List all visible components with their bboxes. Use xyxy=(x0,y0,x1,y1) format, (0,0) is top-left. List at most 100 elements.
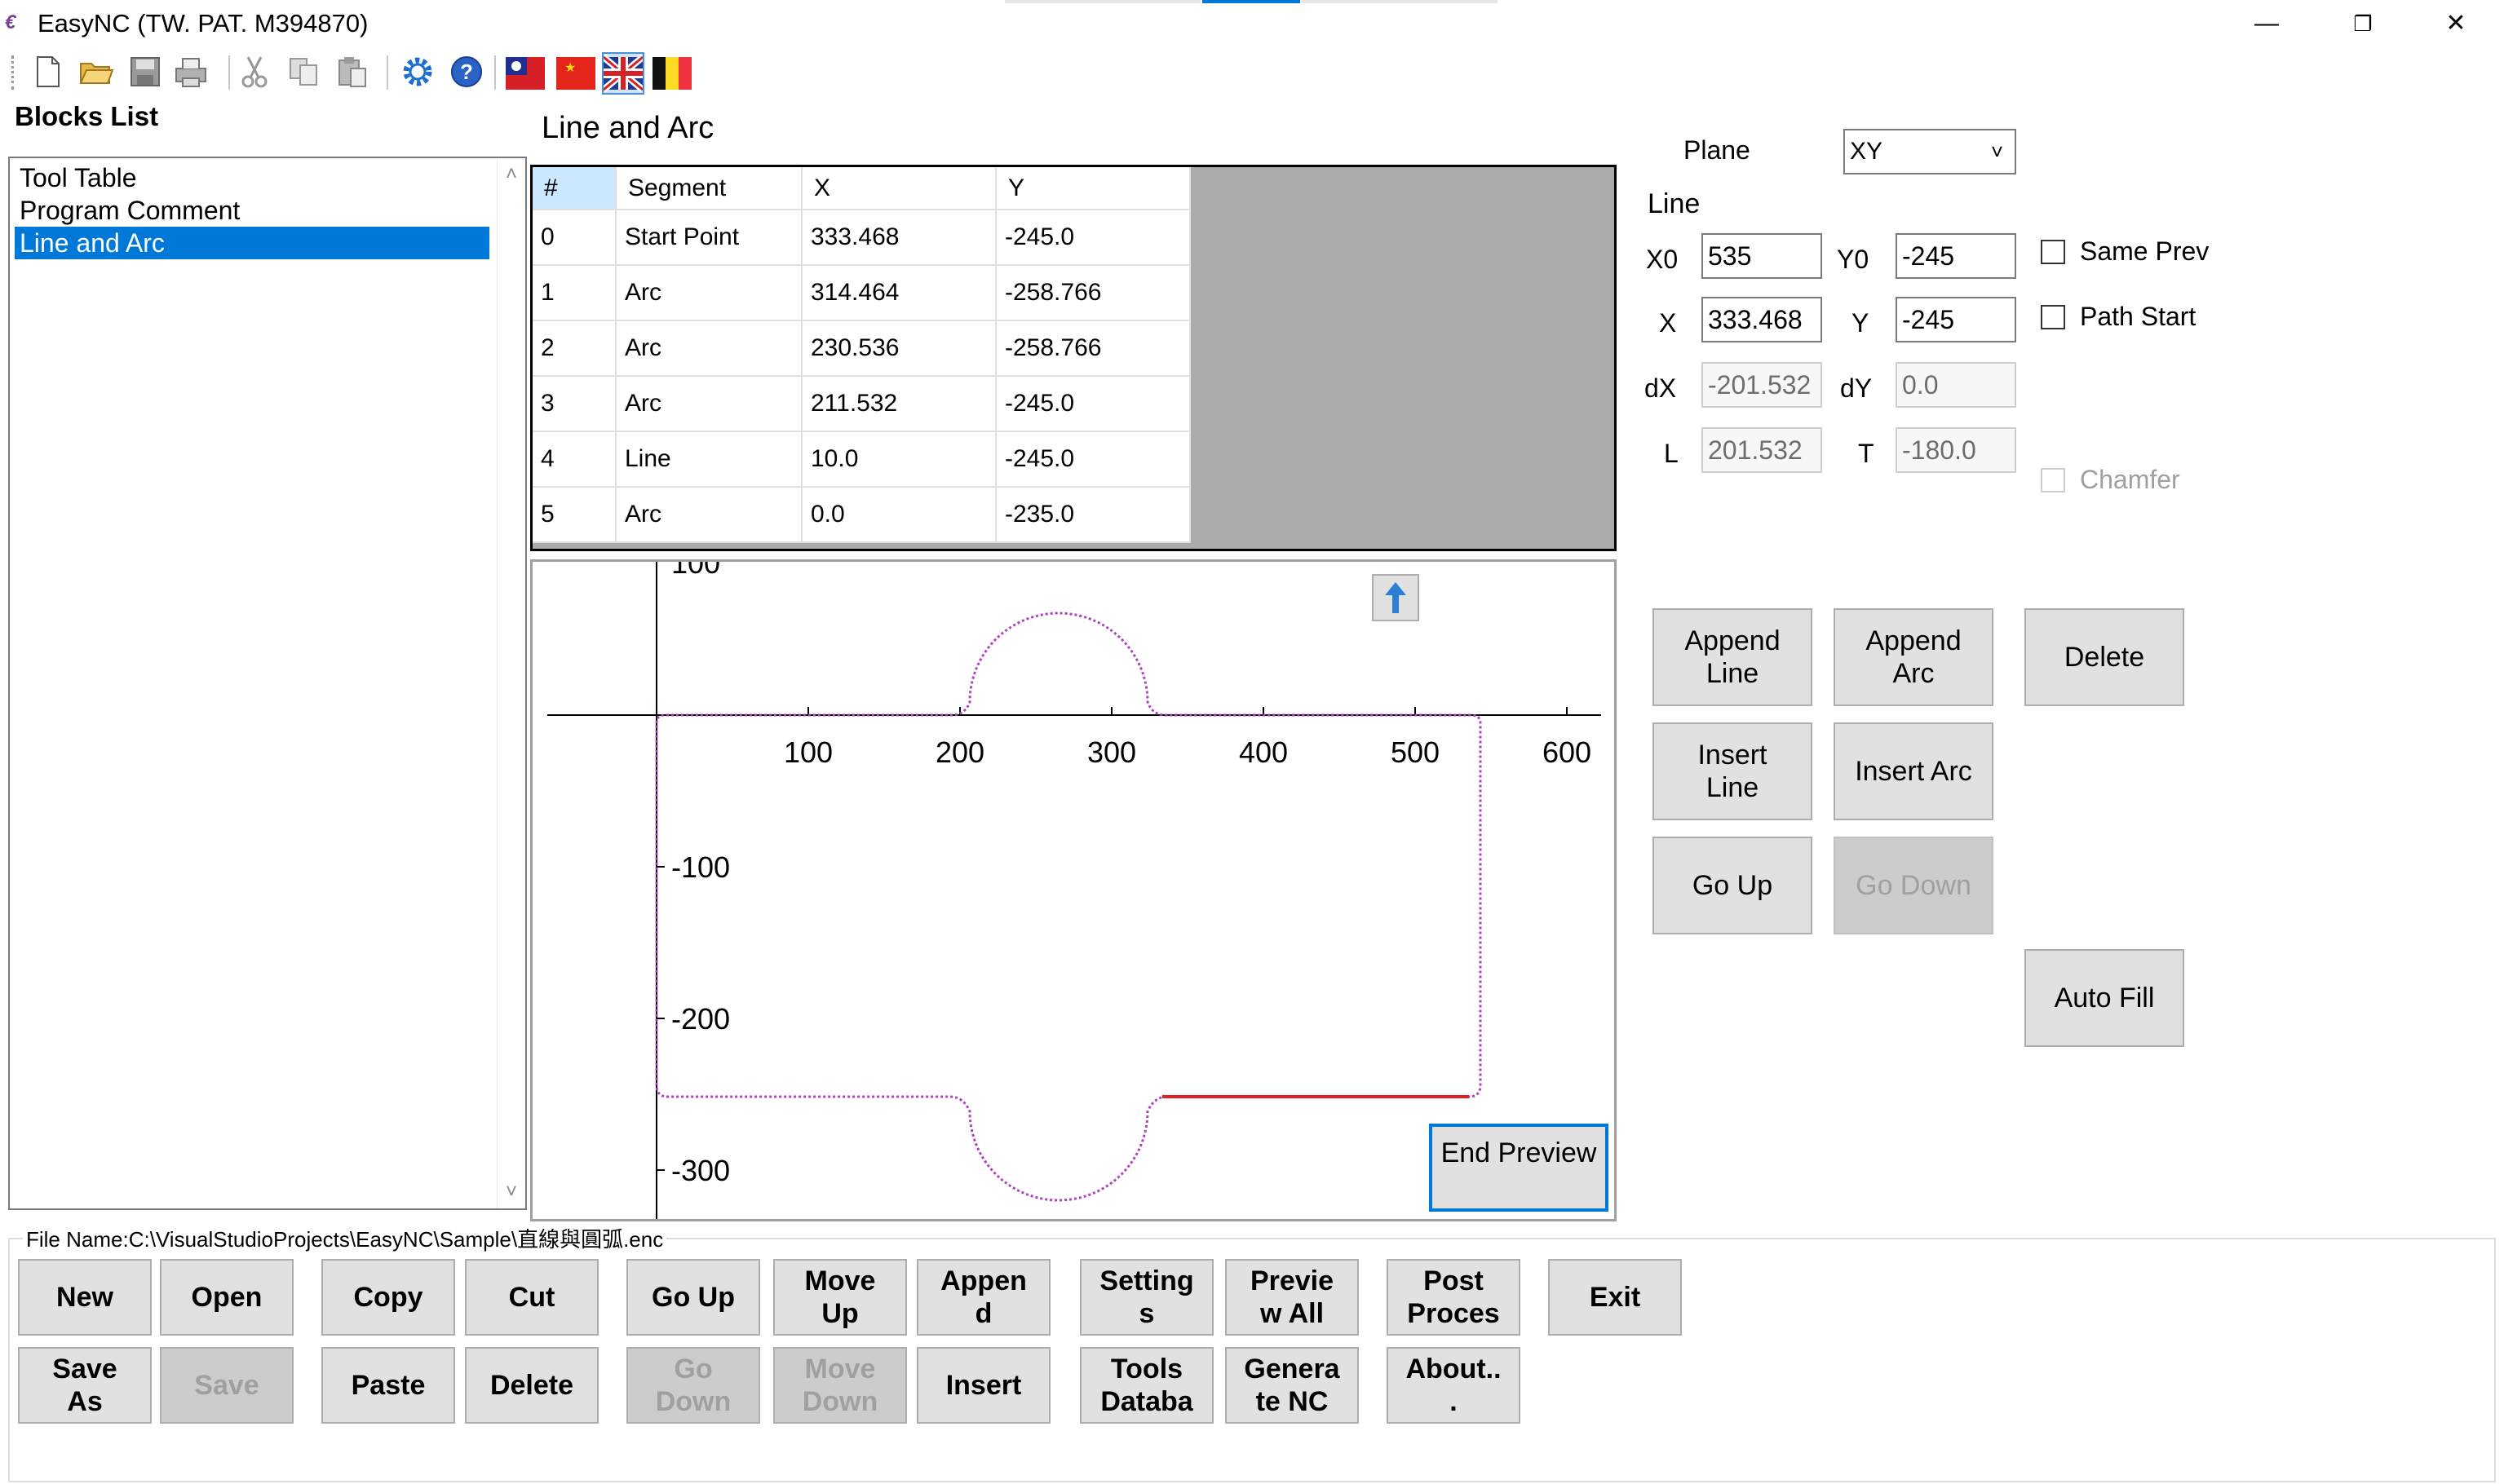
paste-button[interactable]: Paste xyxy=(321,1347,455,1424)
column-header-segment[interactable]: Segment xyxy=(616,167,803,210)
same-prev-checkbox[interactable] xyxy=(2041,240,2065,264)
cell-y[interactable]: -235.0 xyxy=(996,487,1191,543)
t-field: -180.0 xyxy=(1896,427,2016,473)
segments-grid[interactable]: # Segment X Y 0 Start Point 333.468 -245… xyxy=(530,165,1617,551)
post-process-button[interactable]: Post Proces xyxy=(1387,1259,1520,1336)
save-button[interactable]: Save xyxy=(160,1347,294,1424)
table-row[interactable]: 2 Arc 230.536 -258.766 xyxy=(533,320,1191,377)
help-icon[interactable]: ? xyxy=(449,54,484,90)
scroll-down-arrow-icon[interactable]: ˅ xyxy=(498,1176,525,1208)
insert-button[interactable]: Insert xyxy=(917,1347,1051,1424)
flag-belgium-icon[interactable] xyxy=(651,52,693,95)
open-folder-icon[interactable] xyxy=(78,54,114,90)
move-up-button[interactable]: Move Up xyxy=(773,1259,907,1336)
toolpath-preview[interactable]: 100 200 300 400 500 600 100 -100 -200 -3… xyxy=(530,559,1617,1221)
tools-database-button[interactable]: Tools Databa xyxy=(1080,1347,1214,1424)
cell-segment[interactable]: Arc xyxy=(616,487,803,543)
exit-button[interactable]: Exit xyxy=(1548,1259,1682,1336)
cut-scissors-icon[interactable] xyxy=(237,54,272,90)
flag-taiwan-icon[interactable] xyxy=(504,52,546,95)
cell-x[interactable]: 211.532 xyxy=(802,376,997,432)
settings-button[interactable]: Setting s xyxy=(1080,1259,1214,1336)
scroll-up-arrow-icon[interactable]: ˄ xyxy=(498,158,525,191)
go-up-segment-button[interactable]: Go Up xyxy=(1652,837,1812,934)
cell-y[interactable]: -245.0 xyxy=(996,431,1191,488)
cell-index[interactable]: 0 xyxy=(533,210,617,266)
table-row[interactable]: 4 Line 10.0 -245.0 xyxy=(533,431,1191,488)
cell-index[interactable]: 1 xyxy=(533,265,617,321)
cell-x[interactable]: 10.0 xyxy=(802,431,997,488)
table-row[interactable]: 0 Start Point 333.468 -245.0 xyxy=(533,210,1191,266)
save-as-button[interactable]: Save As xyxy=(18,1347,152,1424)
open-button[interactable]: Open xyxy=(160,1259,294,1336)
save-disk-icon[interactable] xyxy=(127,54,163,90)
cell-index[interactable]: 3 xyxy=(533,376,617,432)
list-item-tool-table[interactable]: Tool Table xyxy=(15,161,489,194)
x0-input[interactable]: 535 xyxy=(1701,233,1822,279)
x-input[interactable]: 333.468 xyxy=(1701,297,1822,342)
cell-y[interactable]: -258.766 xyxy=(996,320,1191,377)
table-row[interactable]: 1 Arc 314.464 -258.766 xyxy=(533,265,1191,321)
go-down-segment-button[interactable]: Go Down xyxy=(1834,837,1993,934)
cell-index[interactable]: 5 xyxy=(533,487,617,543)
chamfer-checkbox[interactable] xyxy=(2041,468,2065,492)
auto-fill-button[interactable]: Auto Fill xyxy=(2024,949,2184,1047)
flag-uk-icon[interactable] xyxy=(601,52,645,95)
cell-x[interactable]: 333.468 xyxy=(802,210,997,266)
about-button[interactable]: About... xyxy=(1387,1347,1520,1424)
copy-icon[interactable] xyxy=(285,54,321,90)
end-preview-button[interactable]: End Preview xyxy=(1429,1124,1608,1212)
print-icon[interactable] xyxy=(173,54,209,90)
insert-arc-button[interactable]: Insert Arc xyxy=(1834,722,1993,820)
plane-dropdown[interactable]: XY ˅ xyxy=(1843,129,2016,174)
cell-y[interactable]: -245.0 xyxy=(996,210,1191,266)
table-row[interactable]: 5 Arc 0.0 -235.0 xyxy=(533,487,1191,543)
append-line-button[interactable]: Append Line xyxy=(1652,608,1812,706)
cell-index[interactable]: 4 xyxy=(533,431,617,488)
table-row[interactable]: 3 Arc 211.532 -245.0 xyxy=(533,376,1191,432)
copy-button[interactable]: Copy xyxy=(321,1259,455,1336)
minimize-button[interactable]: — xyxy=(2219,0,2315,47)
preview-all-button[interactable]: Previe w All xyxy=(1225,1259,1359,1336)
cell-y[interactable]: -245.0 xyxy=(996,376,1191,432)
new-button[interactable]: New xyxy=(18,1259,152,1336)
path-start-checkbox[interactable] xyxy=(2041,305,2065,329)
blocks-list[interactable]: Tool Table Program Comment Line and Arc … xyxy=(8,157,527,1210)
cell-segment[interactable]: Line xyxy=(616,431,803,488)
new-file-icon[interactable] xyxy=(29,54,65,90)
list-item-program-comment[interactable]: Program Comment xyxy=(15,194,489,227)
flag-china-icon[interactable]: ★ xyxy=(555,52,597,95)
move-down-button[interactable]: Move Down xyxy=(773,1347,907,1424)
column-header-x[interactable]: X xyxy=(802,167,997,210)
y-input[interactable]: -245 xyxy=(1896,297,2016,342)
cell-x[interactable]: 230.536 xyxy=(802,320,997,377)
y-label: Y xyxy=(1851,308,1869,338)
cell-index[interactable]: 2 xyxy=(533,320,617,377)
insert-line-button[interactable]: Insert Line xyxy=(1652,722,1812,820)
cell-y[interactable]: -258.766 xyxy=(996,265,1191,321)
list-item-line-and-arc[interactable]: Line and Arc xyxy=(15,227,489,259)
cell-x[interactable]: 0.0 xyxy=(802,487,997,543)
generate-nc-button[interactable]: Genera te NC xyxy=(1225,1347,1359,1424)
restore-button[interactable]: ❐ xyxy=(2315,0,2411,47)
go-up-button[interactable]: Go Up xyxy=(626,1259,760,1336)
paste-icon[interactable] xyxy=(334,54,370,90)
cell-segment[interactable]: Arc xyxy=(616,376,803,432)
append-arc-button[interactable]: Append Arc xyxy=(1834,608,1993,706)
close-button[interactable]: ✕ xyxy=(2408,0,2504,47)
blocks-list-scrollbar[interactable]: ˄ ˅ xyxy=(497,158,525,1208)
cell-segment[interactable]: Arc xyxy=(616,265,803,321)
delete-segment-button[interactable]: Delete xyxy=(2024,608,2184,706)
column-header-index[interactable]: # xyxy=(533,167,617,210)
settings-gear-icon[interactable] xyxy=(400,54,436,90)
go-down-button[interactable]: Go Down xyxy=(626,1347,760,1424)
column-header-y[interactable]: Y xyxy=(996,167,1191,210)
delete-button[interactable]: Delete xyxy=(465,1347,599,1424)
y0-input[interactable]: -245 xyxy=(1896,233,2016,279)
cell-x[interactable]: 314.464 xyxy=(802,265,997,321)
cell-segment[interactable]: Start Point xyxy=(616,210,803,266)
cut-button[interactable]: Cut xyxy=(465,1259,599,1336)
cell-segment[interactable]: Arc xyxy=(616,320,803,377)
scroll-up-button[interactable] xyxy=(1372,574,1419,621)
append-button[interactable]: Appen d xyxy=(917,1259,1051,1336)
